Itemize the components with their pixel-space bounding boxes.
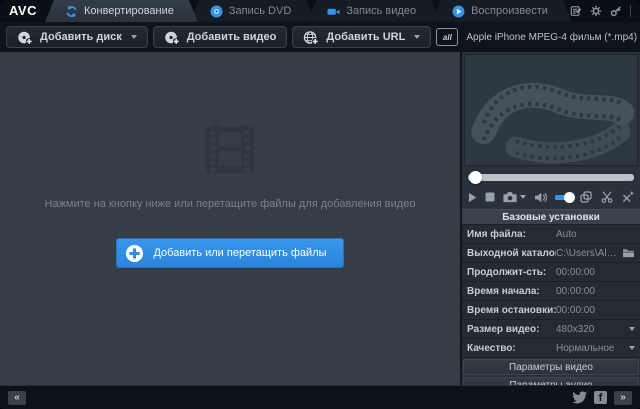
expand-right-button[interactable]: » [614, 391, 632, 405]
drop-hint: Нажмите на кнопку ниже или перетащите фа… [45, 198, 416, 210]
facebook-glyph: f [599, 393, 603, 404]
player-controls [468, 187, 634, 207]
titlebar-divider [630, 5, 631, 17]
film-strip-icon [202, 124, 258, 176]
video-params-button[interactable]: Параметры видео [463, 359, 639, 375]
collapse-left-button[interactable]: « [8, 391, 26, 405]
titlebar: AVC Конвертирование Запись DVD Запись ви… [0, 0, 640, 22]
chevron-down-icon [131, 35, 137, 39]
plus-circle-icon [125, 244, 144, 263]
edit-tools [580, 191, 634, 203]
add-url-button[interactable]: Добавить URL [292, 26, 431, 48]
play-button[interactable] [468, 192, 477, 203]
app-window: AVC Конвертирование Запись DVD Запись ви… [0, 0, 640, 409]
tab-label: Запись видео [346, 5, 416, 17]
setting-value: Нормальное [556, 343, 629, 354]
profile-all-button[interactable]: all [436, 28, 458, 46]
tab-play[interactable]: Воспроизвести [432, 0, 572, 22]
add-files-button[interactable]: Добавить или перетащить файлы [116, 238, 343, 268]
setting-label: Выходной каталог: [467, 248, 556, 259]
seek-track [468, 174, 634, 181]
effects-icon[interactable] [622, 191, 634, 203]
add-disc-label: Добавить диск [40, 31, 122, 43]
disc-plus-icon [164, 30, 180, 45]
setting-label: Имя файла: [467, 229, 556, 240]
chevron-down-icon [520, 195, 526, 199]
output-profile-select[interactable]: Apple iPhone MPEG-4 фильм (*.mp4) [464, 32, 640, 43]
toolbar-right: all Apple iPhone MPEG-4 фильм (*.mp4) Ко… [436, 26, 640, 48]
setting-label: Время начала: [467, 286, 556, 297]
film-reel-graphic [466, 56, 636, 164]
bottombar: « f » [0, 385, 640, 409]
row-output-folder: Выходной каталог: C:\Users\Alex\Videos\A… [462, 244, 640, 263]
video-drop-area[interactable]: Нажмите на кнопку ниже или перетащите фа… [0, 52, 462, 385]
setting-value: Auto [556, 229, 635, 240]
add-video-button[interactable]: Добавить видео [153, 26, 288, 48]
row-start-time: Время начала: 00:00:00 [462, 282, 640, 301]
play-circle-icon [452, 5, 465, 18]
tab-label: Воспроизвести [471, 5, 548, 17]
add-files-label: Добавить или перетащить файлы [153, 247, 326, 259]
setting-label: Продолжит-сть: [467, 267, 556, 278]
setting-label: Время остановки: [467, 305, 556, 316]
dvd-disc-icon [210, 5, 223, 18]
setting-value: 00:00:00 [556, 286, 635, 297]
folder-icon[interactable] [622, 248, 635, 258]
facebook-icon[interactable]: f [594, 391, 607, 404]
gear-icon[interactable] [590, 5, 603, 18]
output-profile-value: Apple iPhone MPEG-4 фильм (*.mp4) [466, 32, 637, 43]
tab-bar: Конвертирование Запись DVD Запись видео … [45, 0, 564, 22]
right-panel: Базовые установки Имя файла: Auto Выходн… [462, 52, 640, 385]
convert-icon [65, 5, 78, 18]
camcorder-icon [327, 5, 340, 18]
row-quality[interactable]: Качество: Нормальное [462, 339, 640, 358]
tab-label: Запись DVD [229, 5, 291, 17]
setting-value: 00:00:00 [556, 267, 635, 278]
stop-button[interactable] [485, 192, 495, 202]
volume-slider[interactable] [555, 192, 572, 203]
row-stop-time: Время остановки: 00:00:00 [462, 301, 640, 320]
volume-handle[interactable] [564, 192, 575, 203]
setting-value: C:\Users\Alex\Videos\A... [556, 248, 620, 259]
tab-label: Конвертирование [84, 5, 174, 17]
setting-label: Качество: [467, 343, 556, 354]
titlebar-actions: ? [564, 0, 640, 22]
tab-record-video[interactable]: Запись видео [307, 0, 440, 22]
row-video-size[interactable]: Размер видео: 480x320 [462, 320, 640, 339]
seek-slider[interactable] [468, 170, 634, 184]
setting-value: 480x320 [556, 324, 629, 335]
tab-burn-dvd[interactable]: Запись DVD [190, 0, 315, 22]
snapshot-button[interactable] [503, 191, 526, 203]
log-icon[interactable] [570, 5, 583, 18]
seek-handle[interactable] [469, 171, 482, 184]
scissors-icon[interactable] [601, 191, 613, 203]
add-url-label: Добавить URL [326, 31, 405, 43]
content: Нажмите на кнопку ниже или перетащите фа… [0, 52, 640, 385]
speaker-icon[interactable] [534, 192, 547, 203]
chevron-down-icon [629, 346, 635, 350]
setting-label: Размер видео: [467, 324, 556, 335]
setting-value: 00:00:00 [556, 305, 635, 316]
row-duration: Продолжит-сть: 00:00:00 [462, 263, 640, 282]
video-preview [464, 54, 638, 166]
key-icon[interactable] [610, 5, 623, 18]
chevron-down-icon [629, 327, 635, 331]
basic-settings-header: Базовые установки [462, 209, 640, 225]
tab-convert[interactable]: Конвертирование [45, 0, 198, 22]
add-disc-button[interactable]: Добавить диск [6, 26, 148, 48]
app-logo: AVC [0, 0, 45, 22]
duplicate-icon[interactable] [580, 191, 592, 203]
globe-plus-icon [303, 30, 319, 45]
toolbar: Добавить диск Добавить видео Добавить UR… [0, 22, 640, 52]
disc-plus-icon [17, 30, 33, 45]
row-file-name: Имя файла: Auto [462, 225, 640, 244]
add-video-label: Добавить видео [187, 31, 277, 43]
chevron-down-icon [414, 35, 420, 39]
twitter-icon[interactable] [572, 391, 587, 404]
